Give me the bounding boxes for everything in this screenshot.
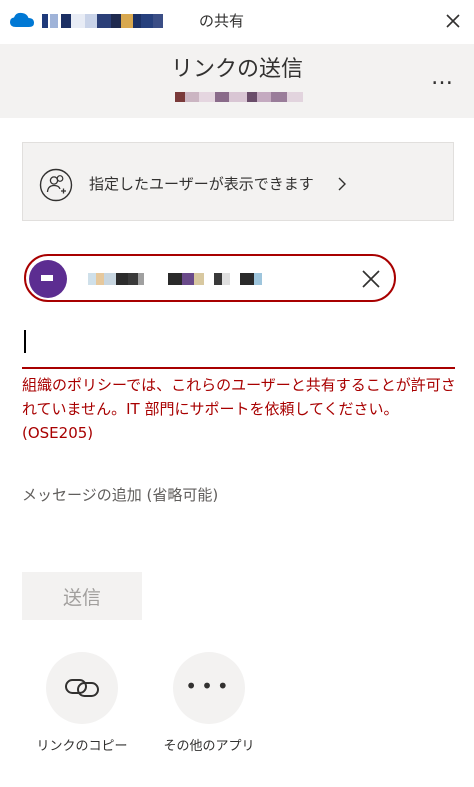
error-line: れていません。IT 部門にサポートを依頼してください。 <box>22 400 399 418</box>
avatar <box>29 260 67 298</box>
message-input[interactable]: メッセージの追加 (省略可能) <box>22 484 218 506</box>
other-apps-label: その他のアプリ <box>163 739 255 754</box>
more-icon: ••• <box>185 674 233 698</box>
link-icon <box>65 679 99 697</box>
redacted-file-name <box>42 11 163 31</box>
error-line: 組織のポリシーでは、これらのユーザーと共有することが許可さ <box>22 376 456 394</box>
policy-error-message: 組織のポリシーでは、これらのユーザーと共有することが許可さ れていません。IT … <box>22 373 462 445</box>
send-button[interactable]: 送信 <box>22 572 142 620</box>
close-icon[interactable] <box>440 8 466 34</box>
link-permission-setting[interactable]: 指定したユーザーが表示できます <box>22 142 454 221</box>
dialog-title: リンクの送信 <box>170 57 303 82</box>
permission-label: 指定したユーザーが表示できます <box>89 175 314 193</box>
title-suffix: の共有 <box>199 12 245 30</box>
error-code: (OSE205) <box>22 424 94 442</box>
more-options-icon[interactable]: … <box>426 66 460 90</box>
copy-link-button[interactable] <box>46 652 118 724</box>
text-cursor <box>24 330 26 353</box>
onedrive-cloud-icon <box>10 12 34 27</box>
chevron-right-icon <box>338 177 346 191</box>
redacted-recipient-name <box>88 270 262 288</box>
copy-link-action[interactable]: リンクのコピー <box>22 652 142 756</box>
recipient-input-underline[interactable] <box>22 367 455 369</box>
remove-recipient-icon[interactable] <box>360 268 382 290</box>
redacted-file-subtitle <box>175 90 303 104</box>
other-apps-button[interactable]: ••• <box>173 652 245 724</box>
recipient-chip[interactable] <box>24 254 396 302</box>
people-icon <box>39 168 73 202</box>
title-bar: の共有 <box>0 0 474 44</box>
other-apps-action[interactable]: ••• その他のアプリ <box>149 652 269 756</box>
copy-link-label: リンクのコピー <box>36 739 128 754</box>
